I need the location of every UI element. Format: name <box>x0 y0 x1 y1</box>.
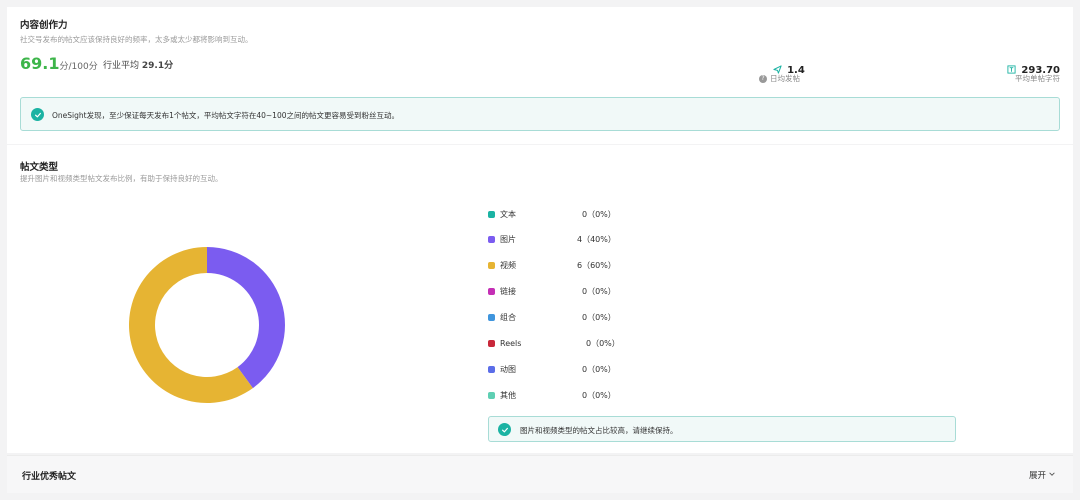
section-title: 行业优秀帖文 <box>22 472 77 482</box>
score-unit: 分/100分 <box>59 62 98 72</box>
legend-item[interactable]: 其他 0（0%） <box>488 389 616 401</box>
industry-average-label: 行业平均 <box>103 61 140 71</box>
expand-button[interactable]: 展开 <box>1029 469 1056 481</box>
legend-value: 0（0%） <box>582 364 616 374</box>
daily-posts-label: 日均发帖 <box>770 74 800 83</box>
legend-swatch <box>488 365 495 373</box>
legend-item[interactable]: 组合 0（0%） <box>488 312 616 324</box>
insight-banner: OneSight发现，至少保证每天发布1个帖文，平均帖文字符在40~100之间的… <box>20 97 1060 131</box>
legend-value: 0（0%） <box>582 287 616 297</box>
section-subtitle: 社交号发布的帖文应该保持良好的频率，太多或太少都将影响到互动。 <box>20 35 253 44</box>
legend-swatch <box>488 288 495 296</box>
legend-swatch <box>488 210 495 218</box>
legend-label: 动图 <box>500 364 516 374</box>
legend-value: 0（0%） <box>582 209 616 219</box>
legend-label: 文本 <box>500 209 516 219</box>
legend-value: 0（0%） <box>582 313 616 323</box>
legend-item[interactable]: 图片 4（40%） <box>488 234 616 246</box>
tip-banner: 图片和视频类型的帖文占比较高，请继续保持。 <box>488 416 956 442</box>
legend-item[interactable]: 文本 0（0%） <box>488 208 616 220</box>
legend-label: 视频 <box>500 261 516 271</box>
check-circle-icon <box>498 423 511 436</box>
industry-average-value: 29.1分 <box>141 61 174 71</box>
chevron-down-icon <box>1048 470 1056 481</box>
donut-slice-1[interactable] <box>207 247 285 389</box>
tip-text: 图片和视频类型的帖文占比较高，请继续保持。 <box>520 426 678 435</box>
industry-average: 行业平均 29.1分 <box>103 58 173 71</box>
legend-label: Reels <box>500 339 522 348</box>
legend-swatch <box>488 314 495 322</box>
section-title: 内容创作力 <box>20 20 68 31</box>
score-display: 69.1分/100分 <box>20 54 98 73</box>
section-subtitle: 提升图片和视频类型帖文发布比例，有助于保持良好的互动。 <box>20 174 223 183</box>
daily-posts-label-row: ? 日均发帖 <box>759 73 800 84</box>
expand-label: 展开 <box>1028 471 1046 481</box>
legend-swatch <box>488 262 495 270</box>
legend-value: 4（40%） <box>577 235 616 245</box>
score-value: 69.1 <box>20 54 60 73</box>
legend-item[interactable]: 链接 0（0%） <box>488 286 616 298</box>
legend-swatch <box>488 340 495 347</box>
legend-label: 其他 <box>500 390 516 400</box>
section-title: 帖文类型 <box>20 162 59 173</box>
help-icon[interactable]: ? <box>759 74 767 83</box>
legend-swatch <box>488 391 495 399</box>
legend-item[interactable]: 动图 0（0%） <box>488 363 616 375</box>
industry-posts-card: 行业优秀帖文 展开 <box>7 455 1073 493</box>
legend-value: 0（0%） <box>586 339 620 348</box>
legend-label: 图片 <box>500 235 516 245</box>
check-circle-icon <box>31 108 44 121</box>
legend-label: 链接 <box>500 287 516 297</box>
legend-value: 6（60%） <box>577 261 616 271</box>
legend-item[interactable]: 视频 6（60%） <box>488 260 616 272</box>
avg-chars-label: 平均单帖字符 <box>1015 74 1060 83</box>
legend-swatch <box>488 236 495 244</box>
insight-text: OneSight发现，至少保证每天发布1个帖文，平均帖文字符在40~100之间的… <box>52 111 399 120</box>
post-types-donut-chart <box>129 247 285 403</box>
content-creativity-card: 内容创作力 社交号发布的帖文应该保持良好的频率，太多或太少都将影响到互动。 69… <box>7 7 1073 144</box>
legend-item[interactable]: Reels 0（0%） <box>488 338 620 350</box>
legend-label: 组合 <box>500 313 516 323</box>
legend-value: 0（0%） <box>582 390 616 400</box>
